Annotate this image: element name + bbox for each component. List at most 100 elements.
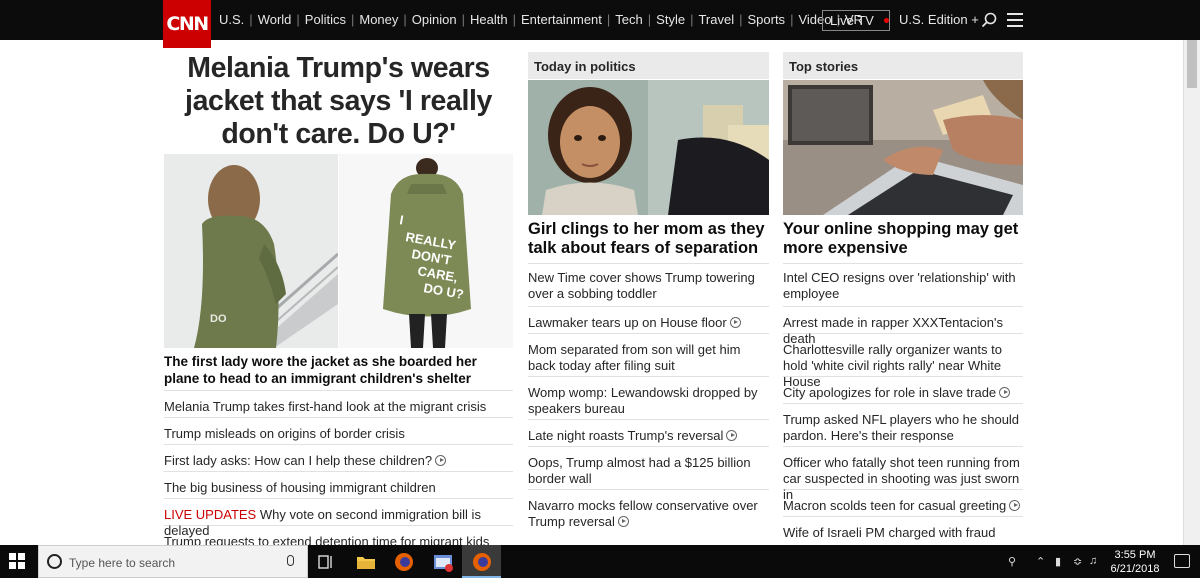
nav-link-world[interactable]: World	[258, 12, 292, 27]
nav-link-entertainment[interactable]: Entertainment	[521, 12, 602, 27]
story-link[interactable]: Navarro mocks fellow conservative over T…	[528, 489, 769, 530]
main-headline[interactable]: Melania Trump's wears jacket that says '…	[164, 52, 513, 151]
politics-story-list: New Time cover shows Trump towering over…	[528, 263, 769, 545]
story-link-text: Melania Trump takes first-hand look at t…	[164, 399, 487, 414]
live-dot-icon	[883, 18, 889, 23]
nav-link-health[interactable]: Health	[470, 12, 508, 27]
story-link-text: Oops, Trump almost had a $125 billion bo…	[528, 455, 751, 486]
story-link[interactable]: Womp womp: Lewandowski dropped by speake…	[528, 376, 769, 419]
cortana-icon	[47, 554, 62, 569]
today-in-politics-header: Today in politics	[528, 52, 769, 79]
politics-thumbnail[interactable]	[528, 80, 769, 215]
nav-separator: |	[249, 12, 253, 27]
story-link-text: Late night roasts Trump's reversal	[528, 428, 724, 443]
story-link[interactable]: Intel CEO resigns over 'relationship' wi…	[783, 263, 1023, 306]
nav-separator: |	[690, 12, 694, 27]
story-link-text: Mom separated from son will get him back…	[528, 342, 741, 373]
taskbar-clock[interactable]: 3:55 PM 6/21/2018	[1105, 548, 1165, 576]
firefox-icon[interactable]	[393, 551, 415, 573]
search-icon[interactable]	[981, 12, 997, 28]
hamburger-menu-icon[interactable]	[1007, 13, 1023, 27]
story-link-text: The big business of housing immigrant ch…	[164, 480, 436, 495]
story-link[interactable]: Trump misleads on origins of border cris…	[164, 417, 513, 444]
scrollbar-thumb[interactable]	[1187, 40, 1197, 88]
nav-link-sports[interactable]: Sports	[747, 12, 785, 27]
story-link[interactable]: Charlottesville rally organizer wants to…	[783, 333, 1023, 389]
politics-subhead[interactable]: Girl clings to her mom as they talk abou…	[528, 220, 769, 258]
top-story-list: Intel CEO resigns over 'relationship' wi…	[783, 263, 1023, 545]
story-link[interactable]: Trump asked NFL players who he should pa…	[783, 403, 1023, 446]
section-links: U.S. | World | Politics | Money | Opinion | Health…	[219, 12, 863, 27]
story-link[interactable]: The big business of housing immigrant ch…	[164, 471, 513, 498]
story-link-text: Trump misleads on origins of border cris…	[164, 426, 405, 441]
firefox-active-icon[interactable]	[471, 551, 493, 573]
nav-separator: |	[403, 12, 407, 27]
story-link-text: Intel CEO resigns over 'relationship' wi…	[783, 270, 1016, 301]
nav-link-money[interactable]: Money	[359, 12, 398, 27]
story-link[interactable]: Mom separated from son will get him back…	[528, 333, 769, 376]
story-link[interactable]: First lady asks: How can I help these ch…	[164, 444, 513, 471]
edition-selector[interactable]: U.S. Edition +	[899, 12, 979, 27]
story-link[interactable]: LIVE UPDATES Why vote on second immigrat…	[164, 498, 513, 538]
microphone-icon[interactable]	[287, 555, 294, 566]
story-link-text: Lawmaker tears up on House floor	[528, 315, 727, 330]
story-link[interactable]: Oops, Trump almost had a $125 billion bo…	[528, 446, 769, 489]
live-tv-button[interactable]: Live TV	[822, 10, 890, 31]
action-center-icon[interactable]	[1174, 554, 1190, 568]
main-story-list: Melania Trump takes first-hand look at t…	[164, 390, 513, 545]
file-explorer-icon[interactable]	[355, 551, 377, 573]
nav-link-travel[interactable]: Travel	[698, 12, 734, 27]
nav-separator: |	[739, 12, 743, 27]
tray-chevron-icon[interactable]: ⌃	[1036, 555, 1045, 568]
story-link[interactable]: Lawmaker tears up on House floor	[528, 306, 769, 333]
nav-link-opinion[interactable]: Opinion	[412, 12, 457, 27]
story-link-text: Macron scolds teen for casual greeting	[783, 498, 1007, 513]
story-link[interactable]: Arrest made in rapper XXXTentacion's dea…	[783, 306, 1023, 346]
story-link[interactable]: New Time cover shows Trump towering over…	[528, 263, 769, 306]
nav-link-tech[interactable]: Tech	[615, 12, 642, 27]
top-stories-header: Top stories	[783, 52, 1023, 79]
story-link[interactable]: Trump requests to extend detention time …	[164, 525, 513, 545]
video-play-icon	[435, 455, 447, 466]
people-icon[interactable]: ⚲	[1008, 555, 1016, 568]
nav-link-us[interactable]: U.S.	[219, 12, 244, 27]
story-link[interactable]: Melania Trump takes first-hand look at t…	[164, 390, 513, 417]
battery-icon[interactable]: ▮	[1055, 555, 1061, 568]
story-link-text: Wife of Israeli PM charged with fraud	[783, 525, 996, 540]
story-link-text: Trump asked NFL players who he should pa…	[783, 412, 1020, 443]
task-view-icon[interactable]	[314, 551, 336, 573]
live-updates-label: LIVE UPDATES	[164, 507, 257, 522]
nav-separator: |	[512, 12, 516, 27]
story-link-text: First lady asks: How can I help these ch…	[164, 453, 433, 468]
clock-date: 6/21/2018	[1110, 563, 1160, 575]
video-play-icon	[729, 317, 741, 328]
nav-link-style[interactable]: Style	[656, 12, 685, 27]
windows-start-icon[interactable]	[9, 553, 25, 569]
top-stories-subhead[interactable]: Your online shopping may get more expens…	[783, 220, 1023, 258]
taskbar-search-box[interactable]: Type here to search	[38, 545, 308, 578]
story-link[interactable]: Macron scolds teen for casual greeting	[783, 489, 1023, 516]
hero-image[interactable]: DO I REALLY DON'T CARE, DO U?	[164, 154, 513, 348]
cnn-logo[interactable]: CNN	[163, 0, 211, 48]
story-link[interactable]: Wife of Israeli PM charged with fraud	[783, 516, 1023, 540]
story-link[interactable]: Officer who fatally shot teen running fr…	[783, 446, 1023, 502]
top-stories-thumbnail[interactable]	[783, 80, 1023, 215]
app-window-icon[interactable]	[432, 551, 454, 573]
live-tv-label: Live TV	[830, 13, 874, 28]
nav-separator: |	[647, 12, 652, 27]
clock-time: 3:55 PM	[1114, 549, 1156, 561]
story-link-text: City apologizes for role in slave trade	[783, 385, 997, 400]
volume-icon[interactable]: ♫	[1089, 555, 1097, 567]
nav-separator: |	[606, 12, 611, 27]
nav-link-politics[interactable]: Politics	[305, 12, 346, 27]
wifi-icon[interactable]: ≎	[1073, 555, 1082, 568]
hero-image-right: I REALLY DON'T CARE, DO U?	[339, 154, 513, 348]
story-link-text: Navarro mocks fellow conservative over T…	[528, 498, 758, 529]
video-play-icon	[1009, 500, 1021, 511]
windows-taskbar: Type here to search ⚲ ⌃ ▮ ≎ ♫ 3:55 PM 6/…	[0, 545, 1200, 578]
story-link[interactable]: Late night roasts Trump's reversal	[528, 419, 769, 446]
vertical-scrollbar[interactable]	[1183, 40, 1200, 545]
hero-image-left: DO	[164, 154, 339, 348]
story-link-text: New Time cover shows Trump towering over…	[528, 270, 755, 301]
lead-story-caption[interactable]: The first lady wore the jacket as she bo…	[164, 353, 513, 387]
